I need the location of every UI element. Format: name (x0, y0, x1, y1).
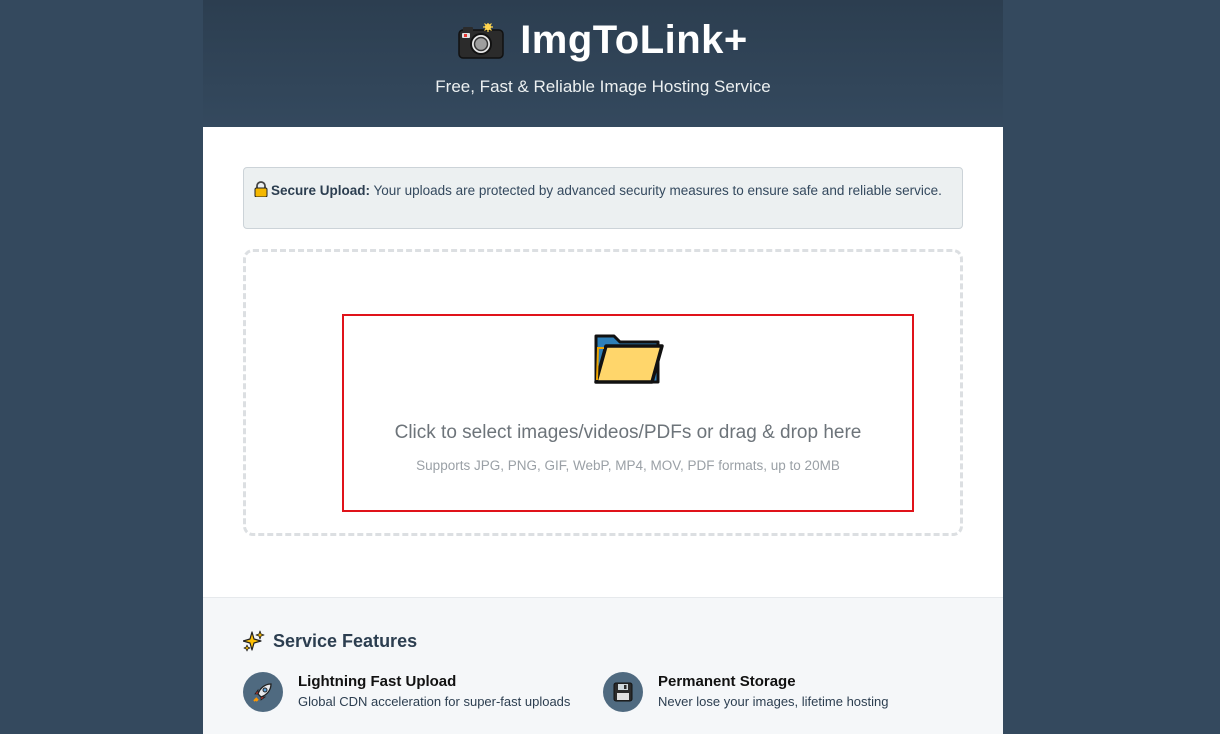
folder-icon (594, 334, 664, 384)
sparkles-icon (243, 630, 265, 652)
feature-name: Lightning Fast Upload (298, 673, 457, 690)
brand: ImgToLink+ (203, 18, 1003, 63)
file-select-area[interactable]: Click to select images/videos/PDFs or dr… (342, 314, 914, 512)
security-notice: Secure Upload: Your uploads are protecte… (243, 167, 963, 229)
feature-name: Permanent Storage (658, 673, 796, 690)
dropzone-title: Click to select images/videos/PDFs or dr… (394, 422, 862, 443)
camera-flash-icon (458, 22, 504, 59)
feature-desc: Never lose your images, lifetime hosting (658, 694, 889, 709)
rocket-icon (253, 683, 272, 702)
features-section: Service Features Lightning Fast Upload G… (203, 597, 1003, 734)
header: ImgToLink+ Free, Fast & Reliable Image H… (203, 0, 1003, 127)
lock-icon (254, 181, 268, 197)
feature-icon-wrap (243, 672, 283, 712)
feature-item: Lightning Fast Upload Global CDN acceler… (243, 672, 603, 712)
feature-text: Lightning Fast Upload Global CDN acceler… (298, 672, 570, 712)
features-grid: Lightning Fast Upload Global CDN acceler… (243, 672, 963, 712)
dropzone-hint: Supports JPG, PNG, GIF, WebP, MP4, MOV, … (416, 458, 840, 473)
notice-label: Secure Upload: (271, 183, 371, 198)
features-heading: Service Features (243, 630, 963, 652)
feature-item: Permanent Storage Never lose your images… (603, 672, 963, 712)
site-title: ImgToLink+ (520, 18, 748, 62)
site-subtitle: Free, Fast & Reliable Image Hosting Serv… (435, 77, 771, 96)
feature-text: Permanent Storage Never lose your images… (658, 672, 889, 712)
upload-section: Secure Upload: Your uploads are protecte… (203, 127, 1003, 597)
upload-dropzone[interactable]: Click to select images/videos/PDFs or dr… (243, 249, 963, 536)
floppy-disk-icon (613, 682, 633, 702)
features-title: Service Features (273, 630, 418, 651)
feature-desc: Global CDN acceleration for super-fast u… (298, 694, 571, 709)
notice-text: Your uploads are protected by advanced s… (370, 183, 942, 198)
page-container: ImgToLink+ Free, Fast & Reliable Image H… (203, 0, 1003, 734)
feature-icon-wrap (603, 672, 643, 712)
